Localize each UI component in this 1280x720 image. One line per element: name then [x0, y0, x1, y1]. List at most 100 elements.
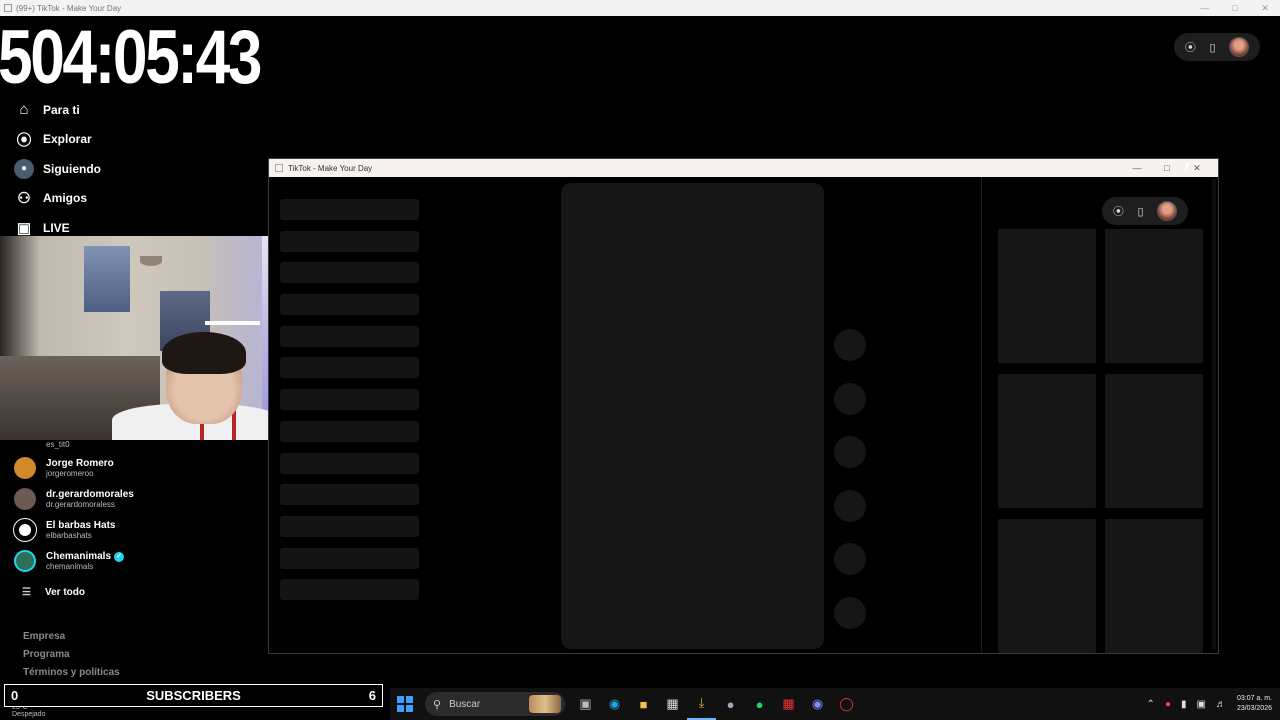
skeleton-tile: [1105, 374, 1203, 508]
account-name: El barbas Hats: [46, 520, 116, 531]
account-avatar: [14, 488, 36, 510]
store-icon[interactable]: ▦: [658, 688, 687, 720]
skeleton-actions: [834, 329, 866, 650]
windows-icon: [396, 696, 413, 712]
edge-icon[interactable]: ◉: [600, 688, 629, 720]
webcam-lamp: [140, 256, 162, 266]
account-name: Chemanimals: [46, 551, 112, 562]
skeleton-tile: [1105, 229, 1203, 363]
compass-icon[interactable]: ⦿: [1185, 39, 1196, 55]
skeleton-sidebar: [280, 199, 419, 611]
skeleton-row: [280, 452, 419, 474]
phone-icon[interactable]: ▯: [1137, 205, 1143, 218]
account-item[interactable]: Jorge Romero jorgeromeroo: [14, 457, 114, 479]
account-item[interactable]: dr.gerardomorales dr.gerardomoraless: [14, 488, 134, 510]
inner-header-actions: ⦿ ▯: [1102, 197, 1188, 225]
microphone-icon[interactable]: ▮: [1181, 699, 1187, 710]
header-actions: ⦿ ▯: [1174, 33, 1260, 61]
skeleton-tile: [1105, 519, 1203, 653]
nav-item-explorar[interactable]: ⦿ Explorar: [14, 125, 254, 155]
nav-item-para-ti[interactable]: ⌂ Para ti: [14, 95, 254, 125]
discord-icon[interactable]: ◉: [803, 688, 832, 720]
compass-icon: ⦿: [16, 131, 32, 149]
skeleton-action: [834, 543, 866, 575]
account-username: dr.gerardomoraless: [46, 500, 115, 509]
nav-label: Amigos: [43, 191, 88, 206]
skeleton-row: [280, 547, 419, 569]
outer-window-title: (99+) TikTok - Make Your Day: [16, 3, 122, 13]
webcam-person-hair: [162, 332, 246, 374]
taskbar: ⚲ Buscar ▣ ◉ ■ ▦ ⤓ ● ● ▦ ◉ ◯ ⌃ ● ▮ ▣ ♬ 0…: [390, 688, 1280, 720]
maximize-icon[interactable]: □: [1220, 0, 1250, 16]
start-button[interactable]: [390, 688, 419, 720]
nav-label: Para ti: [43, 102, 80, 117]
scrollbar[interactable]: [1212, 179, 1216, 649]
following-avatar-icon: ●: [14, 158, 34, 179]
subscribers-left: 0: [11, 688, 19, 703]
webcam-poster: [84, 246, 130, 312]
folder-icon[interactable]: ■: [629, 688, 658, 720]
account-username: jorgeromeroo: [46, 469, 94, 478]
footer-link-empresa[interactable]: Empresa: [23, 628, 120, 646]
phone-icon[interactable]: ▯: [1209, 41, 1215, 54]
volume-icon[interactable]: ♬: [1216, 699, 1226, 710]
account-item[interactable]: El barbas Hats elbarbashats: [13, 518, 116, 542]
see-all-label: Ver todo: [44, 587, 85, 598]
account-avatar: [14, 457, 36, 479]
skeleton-row: [280, 199, 419, 220]
minimize-icon[interactable]: —: [1190, 0, 1220, 16]
nav-item-siguiendo[interactable]: ● Siguiendo: [14, 154, 254, 184]
skeleton-row: [280, 262, 419, 284]
tray-app-icon[interactable]: ●: [1165, 699, 1171, 710]
spotify-icon[interactable]: ●: [745, 688, 774, 720]
desktop: (99+) TikTok - Make Your Day — □ ✕ 504:0…: [0, 0, 1280, 720]
footer-link-terminos[interactable]: Términos y políticas: [23, 664, 120, 682]
profile-avatar[interactable]: [1229, 37, 1250, 57]
file-explorer-icon[interactable]: ▣: [571, 688, 600, 720]
subscribers-label: SUBSCRIBERS: [146, 688, 241, 703]
network-icon[interactable]: ▣: [1197, 699, 1206, 710]
clock-date: 23/03/2026: [1236, 705, 1272, 712]
skeleton-row: [280, 515, 419, 537]
skeleton-action: [834, 329, 866, 361]
live-tv-icon: ▣: [16, 219, 32, 237]
divider: [981, 177, 982, 653]
download-icon[interactable]: ⤓: [687, 688, 716, 720]
steam-icon[interactable]: ●: [716, 688, 745, 720]
skeleton-tile: [998, 229, 1096, 363]
nav-label: Siguiendo: [43, 161, 101, 176]
opera-icon[interactable]: ◯: [832, 688, 861, 720]
skeleton-row: [280, 484, 419, 506]
skeleton-row: [280, 420, 419, 442]
search-icon: ⚲: [433, 698, 442, 711]
account-name-row: Chemanimals ✓: [46, 551, 125, 562]
close-icon[interactable]: ✕: [1250, 0, 1280, 16]
skeleton-action: [834, 436, 866, 468]
chevron-up-icon[interactable]: ⌃: [1147, 699, 1155, 710]
home-icon: ⌂: [19, 101, 29, 119]
profile-avatar[interactable]: [1157, 201, 1178, 221]
inner-window-controls: — □ ✕: [1122, 159, 1212, 177]
outer-window-titlebar[interactable]: (99+) TikTok - Make Your Day — □ ✕: [0, 0, 1280, 16]
see-all-link[interactable]: ☰ Ver todo: [22, 587, 85, 598]
maximize-icon[interactable]: □: [1152, 159, 1182, 177]
clock[interactable]: 03:07 a. m. 23/03/2026: [1237, 694, 1272, 714]
nav-item-amigos[interactable]: ⚇ Amigos: [14, 184, 254, 214]
account-item[interactable]: Chemanimals ✓ chemanimals: [14, 550, 125, 572]
list-icon: ☰: [22, 587, 31, 598]
account-name: Jorge Romero: [46, 458, 114, 469]
sidebar-nav: ⌂ Para ti ⦿ Explorar ● Siguiendo ⚇ Amigo…: [14, 95, 254, 243]
skeleton-row: [280, 389, 419, 411]
app-icon[interactable]: ▦: [774, 688, 803, 720]
compass-icon[interactable]: ⦿: [1113, 203, 1124, 219]
stream-timer: 504:05:43: [0, 15, 262, 100]
footer-link-programa[interactable]: Programa: [23, 646, 120, 664]
minimize-icon[interactable]: —: [1122, 159, 1152, 177]
outer-window-controls: — □ ✕: [1190, 0, 1280, 16]
nav-label: Explorar: [43, 132, 92, 147]
verified-badge-icon: ✓: [114, 551, 125, 562]
subscribers-counter: 0 SUBSCRIBERS 6: [4, 684, 383, 707]
inner-window-titlebar[interactable]: TikTok - Make Your Day — □ ✕: [269, 159, 1218, 177]
account-username: elbarbashats: [46, 531, 92, 540]
taskbar-search[interactable]: ⚲ Buscar: [425, 692, 565, 716]
